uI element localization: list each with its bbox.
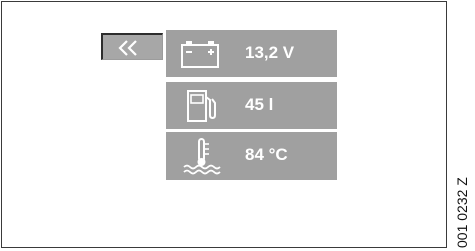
coolant-temperature-value: 84 °C: [245, 145, 288, 164]
coolant-temperature-icon: [183, 138, 221, 175]
battery-voltage-panel: 13,2 V: [166, 30, 337, 77]
fuel-level-panel: 45 l: [166, 82, 337, 129]
battery-icon: [181, 41, 219, 68]
fuel-tank-icon: [187, 90, 216, 122]
double-chevron-left-icon: [118, 40, 137, 56]
fuel-level-value: 45 l: [245, 95, 274, 114]
back-button[interactable]: [101, 33, 163, 60]
reference-code-container: 001 0232 Z: [454, 160, 470, 248]
reference-code: 001 0232 Z: [454, 177, 470, 248]
battery-voltage-value: 13,2 V: [245, 43, 295, 62]
coolant-temperature-panel: 84 °C: [166, 132, 337, 180]
